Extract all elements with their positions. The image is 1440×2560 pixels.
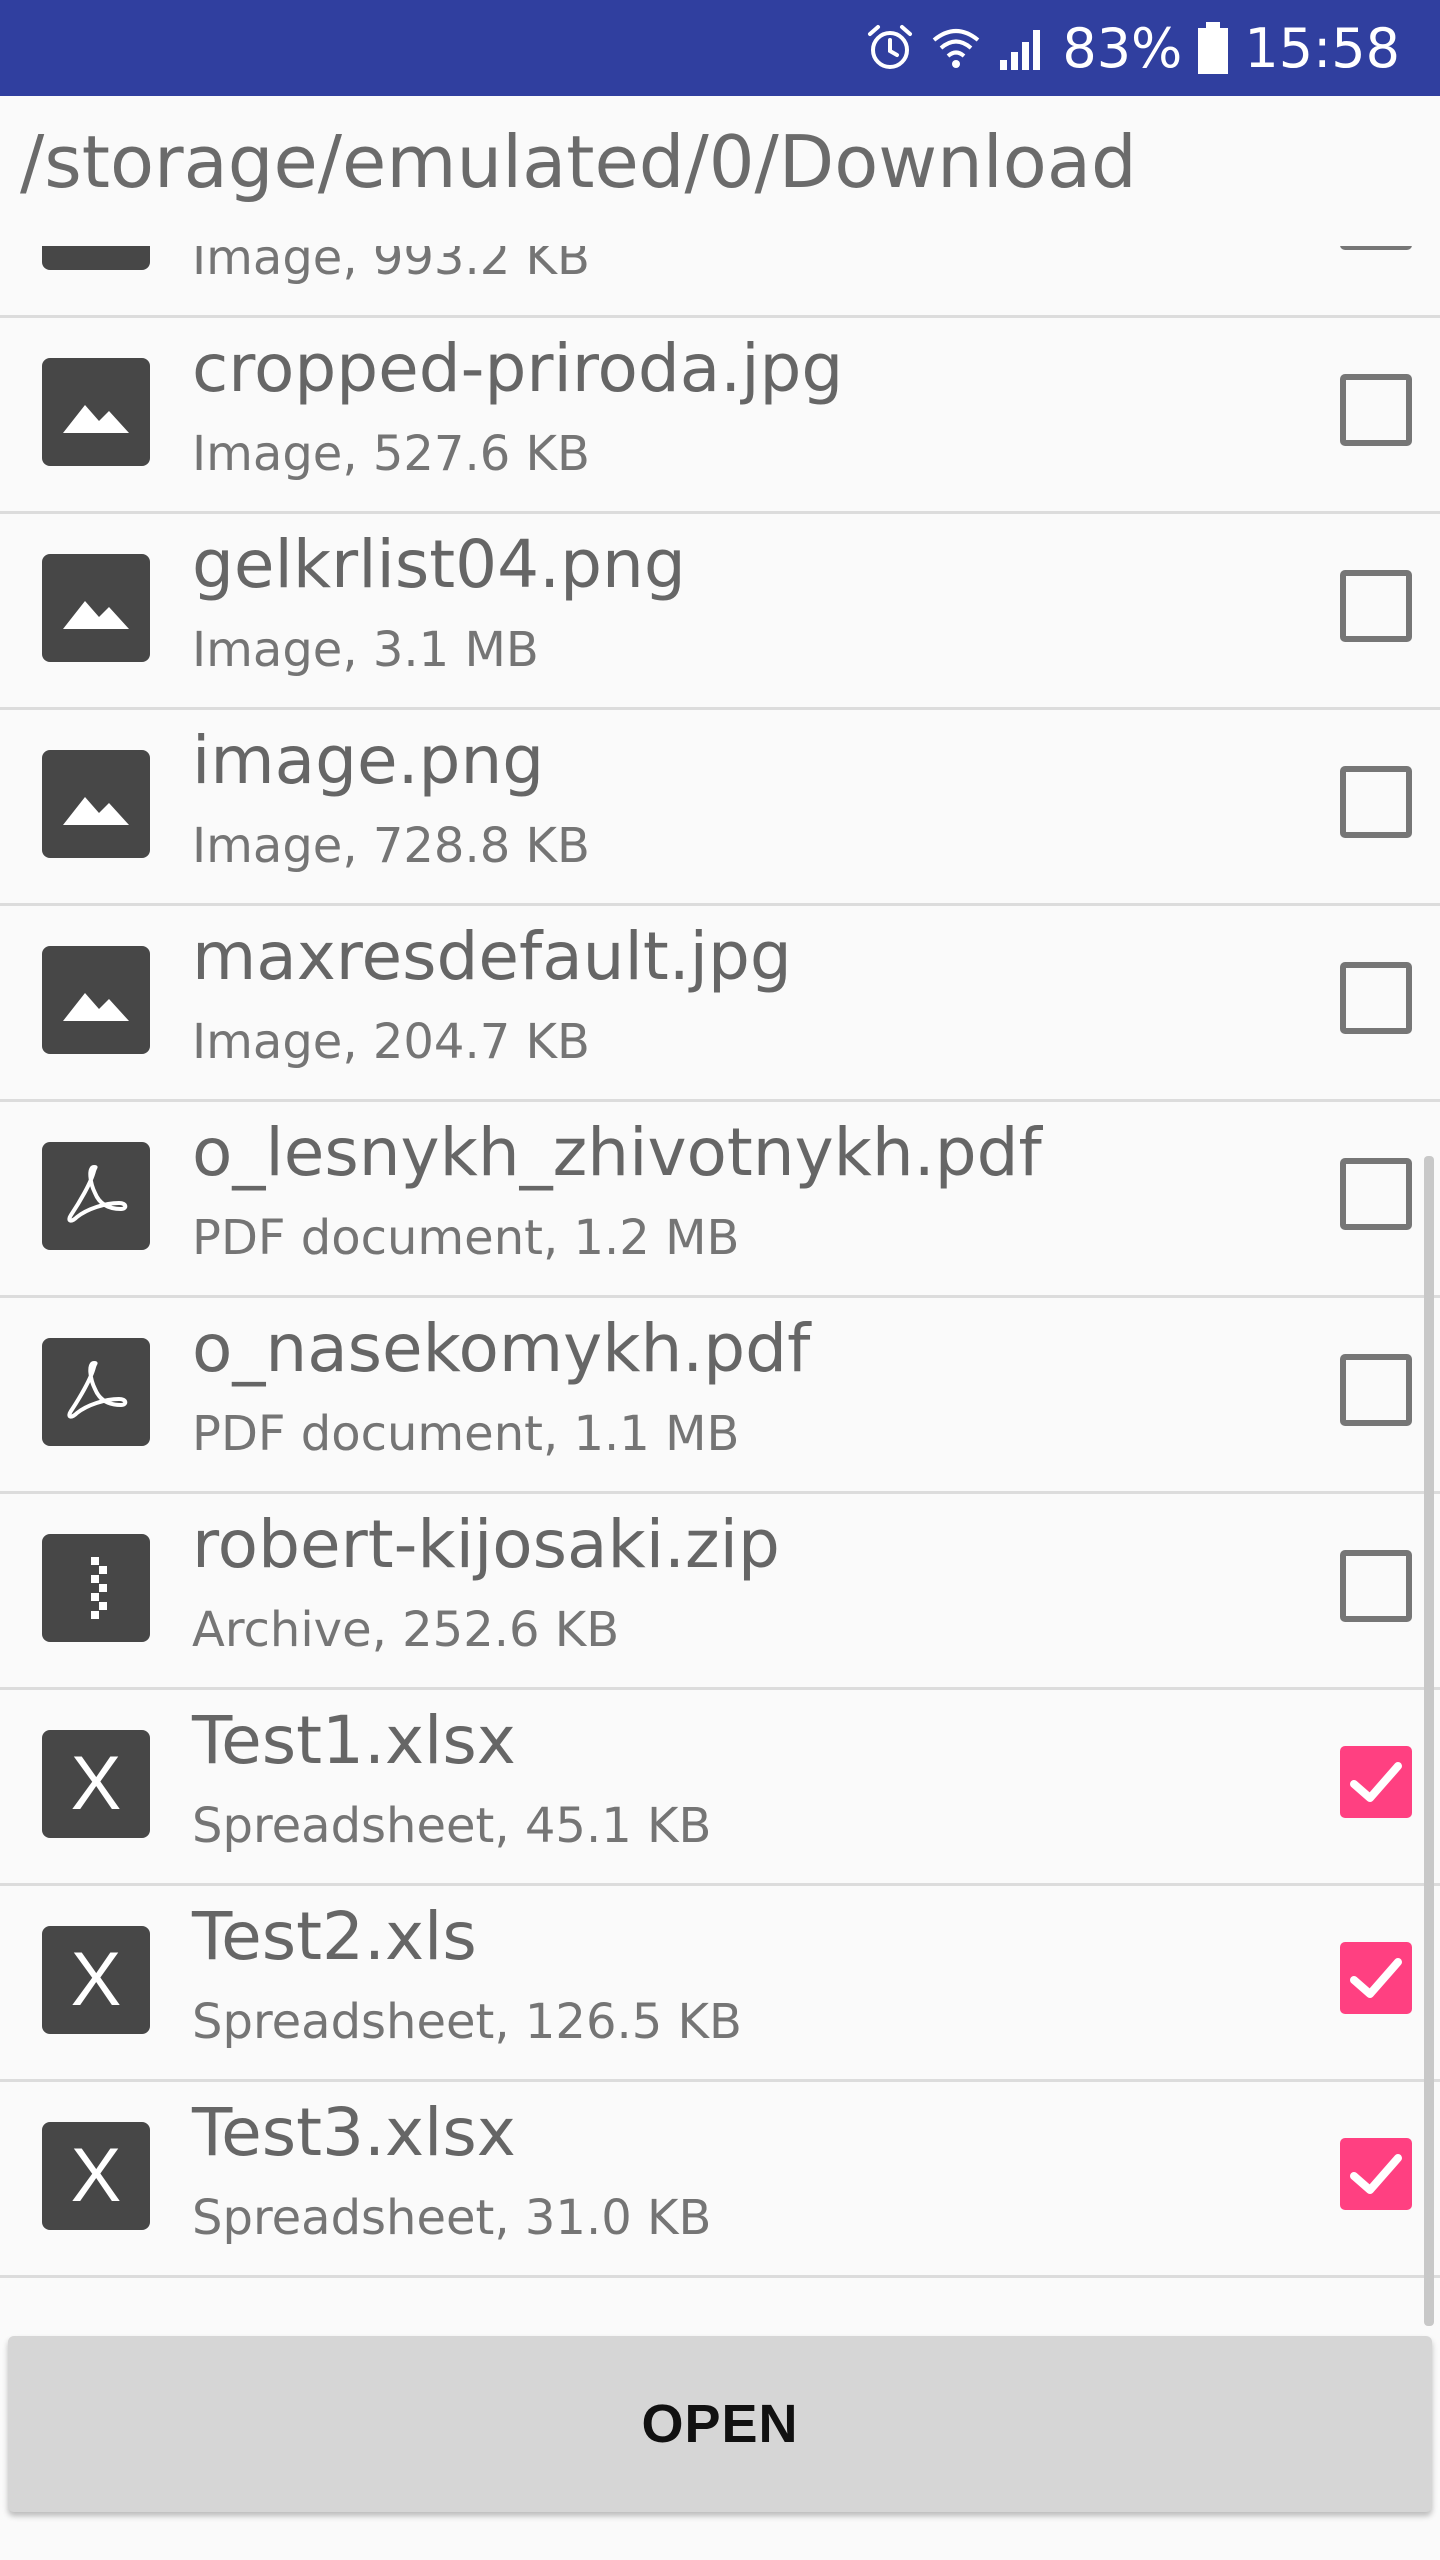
check-icon (1350, 2154, 1402, 2194)
checkbox-checked[interactable] (1340, 2138, 1412, 2210)
checkbox-unchecked[interactable] (1340, 1158, 1412, 1230)
file-name: gelkrlist04.png (192, 526, 686, 603)
spreadsheet-file-icon: X (42, 1730, 150, 1838)
file-meta: Spreadsheet, 45.1 KB (192, 1798, 712, 1854)
image-file-icon (42, 750, 150, 858)
file-meta: Image, 527.6 KB (192, 426, 590, 482)
image-file-icon (42, 358, 150, 466)
file-row[interactable]: maxresdefault.jpg Image, 204.7 KB (0, 906, 1440, 1102)
spreadsheet-letter: X (70, 2133, 122, 2218)
checkbox-unchecked[interactable] (1340, 1354, 1412, 1426)
image-file-icon (42, 554, 150, 662)
open-button[interactable]: OPEN (8, 2336, 1432, 2512)
path-header: /storage/emulated/0/Download (0, 96, 1440, 246)
pdf-file-icon (42, 1338, 150, 1446)
file-name: image.png (192, 722, 545, 799)
checkbox-unchecked[interactable] (1340, 374, 1412, 446)
file-row[interactable]: bejjxhhh7j.pngImage, 993.2 KB (0, 246, 1440, 318)
checkbox-unchecked[interactable] (1340, 1550, 1412, 1622)
file-meta: Image, 993.2 KB (192, 246, 590, 286)
file-row[interactable]: X Test3.xlsx Spreadsheet, 31.0 KB (0, 2082, 1440, 2278)
pdf-file-icon (42, 1142, 150, 1250)
signal-icon (996, 22, 1048, 74)
spreadsheet-letter: X (70, 1937, 122, 2022)
image-file-icon (42, 246, 150, 270)
check-icon (1350, 1762, 1402, 1802)
file-name: o_lesnykh_zhivotnykh.pdf (192, 1114, 1042, 1191)
file-name: cropped-priroda.jpg (192, 330, 844, 407)
file-meta: Spreadsheet, 31.0 KB (192, 2190, 712, 2246)
status-icons: 83% 15:58 (864, 0, 1400, 96)
clock: 15:58 (1244, 16, 1400, 80)
file-meta: Image, 204.7 KB (192, 1014, 590, 1070)
file-name: Test1.xlsx (192, 1702, 516, 1779)
file-name: robert-kijosaki.zip (192, 1506, 780, 1583)
checkbox-unchecked[interactable] (1340, 570, 1412, 642)
file-name: Test2.xls (192, 1898, 477, 1975)
file-meta: Image, 728.8 KB (192, 818, 590, 874)
file-row[interactable]: o_lesnykh_zhivotnykh.pdf PDF document, 1.… (0, 1102, 1440, 1298)
checkbox-unchecked[interactable] (1340, 766, 1412, 838)
file-list: bejjxhhh7j.pngImage, 993.2 KBcropped-pri… (0, 246, 1440, 2278)
wifi-icon (930, 22, 982, 74)
file-row[interactable]: cropped-priroda.jpg Image, 527.6 KB (0, 318, 1440, 514)
image-file-icon (42, 946, 150, 1054)
scrollbar[interactable] (1424, 1156, 1434, 2326)
checkbox-unchecked[interactable] (1340, 962, 1412, 1034)
file-meta: Image, 3.1 MB (192, 622, 539, 678)
current-path: /storage/emulated/0/Download (20, 120, 1137, 204)
file-name: maxresdefault.jpg (192, 918, 792, 995)
file-row[interactable]: o_nasekomykh.pdf PDF document, 1.1 MB (0, 1298, 1440, 1494)
checkbox-unchecked[interactable] (1340, 246, 1412, 250)
battery-percent: 83% (1062, 16, 1183, 80)
file-name: o_nasekomykh.pdf (192, 1310, 811, 1387)
spreadsheet-file-icon: X (42, 2122, 150, 2230)
checkbox-checked[interactable] (1340, 1746, 1412, 1818)
file-list-viewport[interactable]: bejjxhhh7j.pngImage, 993.2 KBcropped-pri… (0, 246, 1440, 2330)
file-name: Test3.xlsx (192, 2094, 516, 2171)
checkbox-checked[interactable] (1340, 1942, 1412, 2014)
file-meta: Archive, 252.6 KB (192, 1602, 620, 1658)
alarm-icon (864, 22, 916, 74)
spreadsheet-file-icon: X (42, 1926, 150, 2034)
battery-icon (1196, 20, 1230, 76)
archive-file-icon (42, 1534, 150, 1642)
file-row[interactable]: X Test2.xls Spreadsheet, 126.5 KB (0, 1886, 1440, 2082)
spreadsheet-letter: X (70, 1741, 122, 1826)
file-row[interactable]: robert-kijosaki.zip Archive, 252.6 KB (0, 1494, 1440, 1690)
file-meta: PDF document, 1.2 MB (192, 1210, 740, 1266)
file-row[interactable]: X Test1.xlsx Spreadsheet, 45.1 KB (0, 1690, 1440, 1886)
file-row[interactable]: gelkrlist04.png Image, 3.1 MB (0, 514, 1440, 710)
file-meta: PDF document, 1.1 MB (192, 1406, 740, 1462)
status-bar: 83% 15:58 (0, 0, 1440, 96)
file-meta: Spreadsheet, 126.5 KB (192, 1994, 742, 2050)
check-icon (1350, 1958, 1402, 1998)
file-row[interactable]: image.png Image, 728.8 KB (0, 710, 1440, 906)
